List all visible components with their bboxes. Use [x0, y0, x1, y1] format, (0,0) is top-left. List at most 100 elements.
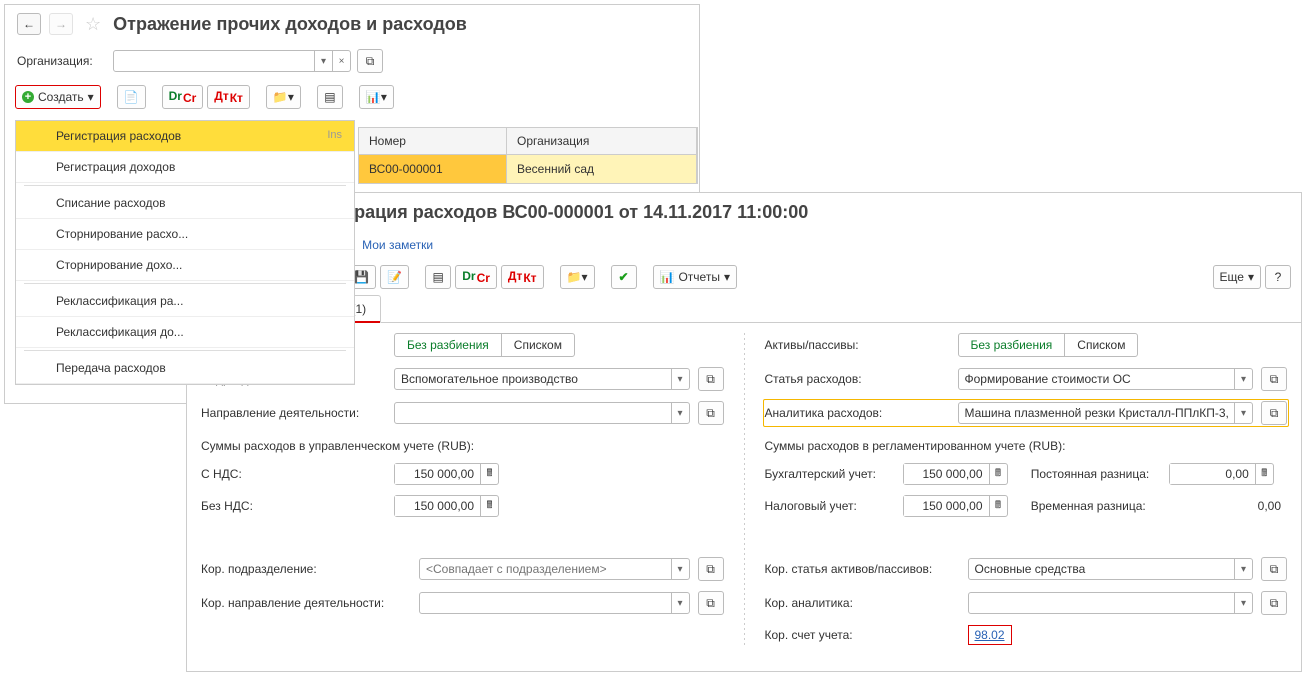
tab-notes[interactable]: Мои заметки — [350, 231, 445, 259]
menu-storno-exp[interactable]: Сторнирование расхо... — [16, 219, 354, 250]
kor-dir-open-button[interactable]: ⧉ — [698, 591, 724, 615]
dir-input[interactable] — [395, 403, 671, 423]
vr-value: 0,00 — [1169, 499, 1287, 513]
nav-forward-button[interactable]: → — [49, 13, 73, 35]
kor-art-dd-icon[interactable]: ▾ — [1234, 559, 1252, 579]
dtkt-icon: ДтКт — [508, 270, 537, 284]
dir-open-button[interactable]: ⧉ — [698, 401, 724, 425]
sums-mgmt-label: Суммы расходов в управленческом учете (R… — [201, 439, 724, 453]
novat-input[interactable] — [395, 496, 480, 516]
kor-art-open-button[interactable]: ⧉ — [1261, 557, 1287, 581]
dir-dd-icon[interactable]: ▾ — [671, 403, 689, 423]
vat-input[interactable] — [395, 464, 480, 484]
copy-button[interactable]: 📄 — [117, 85, 146, 109]
kor-dept-open-button[interactable]: ⧉ — [698, 557, 724, 581]
kor-dept-label: Кор. подразделение: — [201, 562, 411, 576]
calc-icon[interactable]: 🖩 — [480, 496, 498, 516]
window-title-2: Регистрация расходов ВС00-000001 от 14.1… — [295, 202, 808, 223]
org-clear-icon[interactable]: × — [332, 51, 350, 71]
window-title: Отражение прочих доходов и расходов — [113, 14, 467, 35]
dtkt-button[interactable]: ДтКт — [501, 265, 544, 289]
kor-an-label: Кор. аналитика: — [765, 596, 960, 610]
analyt-dd-icon[interactable]: ▾ — [1234, 403, 1252, 423]
nu-label: Налоговый учет: — [765, 499, 895, 513]
calc-icon[interactable]: 🖩 — [480, 464, 498, 484]
dept-dd-icon[interactable]: ▾ — [671, 369, 689, 389]
grid-row[interactable]: ВС00-000001 Весенний сад — [358, 155, 698, 184]
list-button-2[interactable]: ▤ — [425, 265, 451, 289]
art-open-button[interactable]: ⧉ — [1261, 367, 1287, 391]
menu-reg-expenses[interactable]: Регистрация расходовIns — [16, 121, 354, 152]
titlebar: ← → ☆ Отражение прочих доходов и расходо… — [5, 5, 699, 43]
chart-button[interactable]: 📊▾ — [359, 85, 394, 109]
dtkt-green-button[interactable]: DrCr — [162, 85, 204, 109]
col-org[interactable]: Организация — [507, 128, 697, 154]
create-button[interactable]: +Создать ▾ — [15, 85, 101, 109]
kor-dept-dd-icon[interactable]: ▾ — [671, 559, 689, 579]
bu-input[interactable] — [904, 464, 989, 484]
pr-input[interactable] — [1170, 464, 1255, 484]
toggle-nobreak[interactable]: Без разбиения — [395, 334, 501, 356]
doc-grid: Номер Организация ВС00-000001 Весенний с… — [358, 127, 698, 184]
list-button[interactable]: ▤ — [317, 85, 343, 109]
org-open-button[interactable]: ⧉ — [357, 49, 383, 73]
plus-icon: + — [22, 91, 34, 103]
ap-toggle: Без разбиения Списком — [958, 333, 1139, 357]
dtkt-icon: ДтКт — [214, 90, 243, 104]
toolbar: +Создать ▾ 📄 DrCr ДтКт 📁▾ ▤ 📊▾ — [5, 79, 699, 115]
kor-art-label: Кор. статья активов/пассивов: — [765, 562, 960, 576]
org-input[interactable] — [114, 51, 314, 71]
col-number[interactable]: Номер — [359, 128, 507, 154]
org-input-wrap: ▾ × — [113, 50, 351, 72]
col-divider — [744, 333, 745, 645]
menu-reclass-inc[interactable]: Реклассификация до... — [16, 317, 354, 348]
vat-label: С НДС: — [201, 467, 386, 481]
menu-storno-inc[interactable]: Сторнирование дохо... — [16, 250, 354, 281]
kor-dir-input[interactable] — [420, 593, 671, 613]
analyt-open-button[interactable]: ⧉ — [1261, 401, 1287, 425]
org-label: Организация: — [17, 54, 107, 68]
drcr-icon: DrCr — [462, 270, 490, 284]
ap-toggle-nobreak[interactable]: Без разбиения — [959, 334, 1065, 356]
art-dd-icon[interactable]: ▾ — [1234, 369, 1252, 389]
folder-button-2[interactable]: 📁▾ — [560, 265, 595, 289]
novat-label: Без НДС: — [201, 499, 386, 513]
ap-label: Активы/пассивы: — [765, 338, 950, 352]
sums-reg-label: Суммы расходов в регламентированном учет… — [765, 439, 1288, 453]
menu-transfer[interactable]: Передача расходов — [16, 353, 354, 384]
dept-input[interactable] — [395, 369, 671, 389]
kor-an-open-button[interactable]: ⧉ — [1261, 591, 1287, 615]
art-input[interactable] — [959, 369, 1235, 389]
kor-art-input[interactable] — [969, 559, 1235, 579]
kor-dept-input[interactable] — [420, 559, 671, 579]
calc-icon[interactable]: 🖩 — [1255, 464, 1273, 484]
more-button[interactable]: Еще ▾ — [1213, 265, 1261, 289]
grid-header: Номер Организация — [358, 127, 698, 155]
dtkt-red-button[interactable]: ДтКт — [207, 85, 250, 109]
org-dropdown-icon[interactable]: ▾ — [314, 51, 332, 71]
kor-dir-dd-icon[interactable]: ▾ — [671, 593, 689, 613]
folder-button[interactable]: 📁▾ — [266, 85, 301, 109]
kor-an-input[interactable] — [969, 593, 1235, 613]
favorite-icon[interactable]: ☆ — [85, 14, 101, 35]
calc-icon[interactable]: 🖩 — [989, 464, 1007, 484]
nav-back-button[interactable]: ← — [17, 13, 41, 35]
menu-reg-income[interactable]: Регистрация доходов — [16, 152, 354, 183]
drcr-button[interactable]: DrCr — [455, 265, 497, 289]
approve-button[interactable]: ✔ — [611, 265, 637, 289]
help-button[interactable]: ? — [1265, 265, 1291, 289]
kor-an-dd-icon[interactable]: ▾ — [1234, 593, 1252, 613]
calc-icon[interactable]: 🖩 — [989, 496, 1007, 516]
kor-acc-link[interactable]: 98.02 — [968, 625, 1012, 645]
menu-reclass-exp[interactable]: Реклассификация ра... — [16, 286, 354, 317]
analyt-input[interactable] — [959, 403, 1235, 423]
ap-toggle-list[interactable]: Списком — [1064, 334, 1137, 356]
reports-button[interactable]: 📊 Отчеты ▾ — [653, 265, 737, 289]
bu-label: Бухгалтерский учет: — [765, 467, 895, 481]
nu-input[interactable] — [904, 496, 989, 516]
kor-acc-label: Кор. счет учета: — [765, 628, 960, 642]
toggle-list[interactable]: Списком — [501, 334, 574, 356]
post-button[interactable]: 📝 — [380, 265, 409, 289]
menu-writeoff[interactable]: Списание расходов — [16, 188, 354, 219]
dept-open-button[interactable]: ⧉ — [698, 367, 724, 391]
